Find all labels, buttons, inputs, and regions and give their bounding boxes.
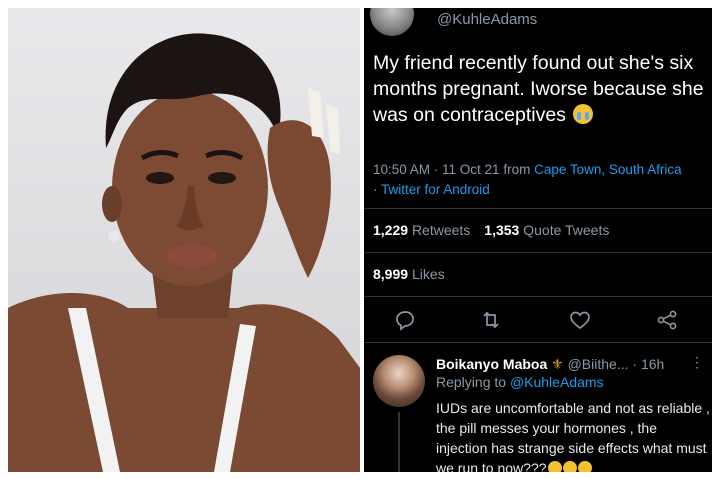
tweet-screenshot: @KuhleAdams My friend recently found out… [364,8,712,472]
portrait-illustration [8,33,360,472]
tweet-stats-row: 1,229 Retweets 1,353 Quote Tweets [373,222,609,238]
loudly-crying-face-icon [547,461,562,472]
retweet-icon[interactable] [479,308,503,332]
reply-body: IUDs are uncomfortable and not as reliab… [436,398,712,472]
share-icon[interactable] [655,308,679,332]
tweet-metadata: 10:50 AM · 11 Oct 21 from Cape Town, Sou… [373,160,712,200]
client-prefix: · [373,182,382,197]
divider [364,252,712,253]
reply-author-avatar[interactable] [373,355,425,407]
likes-stat[interactable]: 8,999 Likes [373,266,445,282]
tweet-body: My friend recently found out she's six m… [373,50,709,128]
fleur-de-lis-badge-icon: ⚜ [551,356,564,372]
author-handle[interactable]: @KuhleAdams [437,11,537,28]
reply-author-name[interactable]: Boikanyo Maboa [436,356,547,372]
replying-to-label: Replying to [436,374,510,390]
quote-tweets-label: Quote Tweets [523,222,610,238]
woman-portrait-photo [8,8,360,472]
replying-to-line: Replying to @KuhleAdams [436,374,604,390]
divider [364,296,712,297]
author-avatar[interactable] [370,8,414,36]
reply-icon[interactable] [393,308,417,332]
loudly-crying-face-icon [562,461,577,472]
tweet-location-link[interactable]: Cape Town, South Africa [534,162,682,177]
like-icon[interactable] [568,308,592,332]
reply-header: Boikanyo Maboa ⚜ @Biithe... · 16h [436,354,712,374]
tweet-timestamp: 10:50 AM · 11 Oct 21 from [373,162,535,177]
thread-line [398,412,400,472]
quote-tweets-stat[interactable]: 1,353 Quote Tweets [484,222,609,238]
tweet-action-bar [364,308,712,332]
divider [364,342,712,343]
quote-tweets-count: 1,353 [484,222,520,238]
loudly-crying-face-icon [573,104,594,124]
retweets-label: Retweets [411,222,471,238]
reply-author-handle[interactable]: @Biithe... [568,356,629,372]
retweets-count: 1,229 [373,222,409,238]
replying-to-mention-link[interactable]: @KuhleAdams [510,374,604,390]
loudly-crying-face-icon [577,461,592,472]
retweets-stat[interactable]: 1,229 Retweets [373,222,470,238]
divider [364,208,712,209]
more-options-icon[interactable]: ⋮ [690,354,704,371]
tweet-client-link[interactable]: Twitter for Android [381,182,490,197]
reply-timestamp: · 16h [632,356,665,372]
tweet-text: My friend recently found out she's six m… [373,52,704,126]
likes-count: 8,999 [373,266,409,282]
likes-label: Likes [411,266,445,282]
